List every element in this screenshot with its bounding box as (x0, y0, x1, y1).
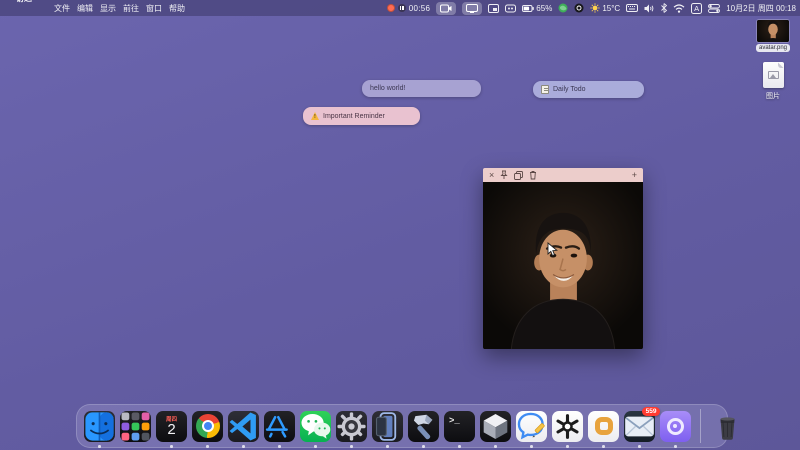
dock-chatgpt[interactable] (552, 411, 583, 442)
menu-bar: 访达 文件 编辑 显示 前往 窗口 帮助 00:56 (0, 0, 800, 16)
weather-temp: 15°C (602, 4, 620, 13)
record-icon[interactable] (387, 4, 395, 12)
menu-bar-clock[interactable]: 10月2日 周四 00:18 (726, 3, 796, 14)
pin-icon[interactable] (500, 170, 508, 180)
screen-share-status-icon[interactable] (462, 2, 482, 15)
purple-ring-icon (667, 418, 684, 435)
desktop-icon-label: 图片 (766, 91, 780, 101)
desktop-icon-avatar-png[interactable]: avatar.png (748, 20, 798, 52)
wifi-icon[interactable] (673, 4, 685, 13)
control-center-icon[interactable] (708, 4, 720, 13)
menu-go[interactable]: 前往 (123, 3, 139, 14)
assistant-status-icon[interactable] (574, 3, 584, 13)
dock-gold-ring-app[interactable] (588, 411, 619, 442)
desktop-icon-pictures[interactable]: 图片 (752, 62, 794, 101)
recording-timer: 00:56 (409, 4, 431, 13)
dock-app-store[interactable] (264, 411, 295, 442)
volume-icon[interactable] (644, 4, 655, 13)
sticky-note-important-reminder[interactable]: Important Reminder (303, 107, 420, 125)
delete-icon[interactable] (529, 170, 537, 180)
pause-icon[interactable] (398, 4, 406, 12)
dock-iphone-mirroring[interactable] (372, 411, 403, 442)
camera-status-icon[interactable] (436, 2, 456, 15)
menu-help[interactable]: 帮助 (169, 3, 185, 14)
input-switcher-icon[interactable] (505, 4, 516, 13)
mail-unread-badge: 559 (642, 407, 660, 416)
avatar-thumbnail (757, 20, 789, 42)
dock-chat-notes[interactable] (516, 411, 547, 442)
menu-edit[interactable]: 编辑 (77, 3, 93, 14)
dock-terminal[interactable]: >_ (444, 411, 475, 442)
dock-hammer-tool[interactable] (408, 411, 439, 442)
mouse-cursor (547, 242, 558, 262)
note-title: hello world! (370, 85, 405, 92)
dock-system-settings[interactable] (336, 411, 367, 442)
weather-indicator[interactable]: 15°C (590, 3, 620, 13)
bluetooth-icon[interactable] (661, 3, 667, 13)
menu-view[interactable]: 显示 (100, 3, 116, 14)
desktop: 访达 文件 编辑 显示 前往 窗口 帮助 00:56 (0, 0, 800, 450)
dock-mail[interactable]: 559 (624, 411, 655, 442)
dock-chrome[interactable] (192, 411, 223, 442)
dock-wechat[interactable] (300, 411, 331, 442)
gold-ring-icon (595, 417, 613, 435)
chrome-icon (196, 414, 220, 438)
menu-file[interactable]: 文件 (54, 3, 70, 14)
dock-finder[interactable] (84, 411, 115, 442)
dock: 周四 2 (76, 404, 728, 448)
document-file-icon (763, 62, 784, 88)
copy-icon[interactable] (514, 171, 523, 180)
keyboard-icon[interactable] (626, 4, 638, 12)
sticky-note-daily-todo[interactable]: Daily Todo (533, 81, 644, 98)
dock-divider (700, 409, 701, 443)
note-title: Important Reminder (323, 113, 385, 120)
dock-calendar[interactable]: 周四 2 (156, 411, 187, 442)
sticky-note-hello-world[interactable]: hello world! (362, 80, 481, 97)
vpn-globe-icon[interactable] (558, 3, 568, 13)
note-title: Daily Todo (553, 86, 586, 93)
memo-icon (541, 85, 549, 94)
window-mirror-icon[interactable] (488, 4, 499, 13)
battery-indicator[interactable]: 65% (522, 4, 552, 13)
screen-recording-indicator[interactable]: 00:56 (387, 4, 431, 13)
note-window-titlebar[interactable]: × + (483, 168, 643, 182)
dock-vscode[interactable] (228, 411, 259, 442)
note-photo-content (483, 182, 643, 349)
warning-icon (311, 112, 319, 120)
dock-cube-3d[interactable] (480, 411, 511, 442)
battery-percent: 65% (536, 4, 552, 13)
dock-purple-ring-app[interactable] (660, 411, 691, 442)
desktop-icon-label: avatar.png (756, 44, 790, 52)
input-method-indicator[interactable]: A (691, 3, 702, 14)
terminal-prompt-glyph: >_ (449, 416, 460, 426)
dock-launchpad[interactable] (120, 411, 151, 442)
close-icon[interactable]: × (489, 168, 494, 182)
menu-window[interactable]: 窗口 (146, 3, 162, 14)
dock-trash[interactable] (712, 411, 743, 442)
menu-finder[interactable]: 访达 (16, 0, 47, 24)
new-note-icon[interactable]: + (632, 168, 637, 182)
photo-note-window[interactable]: × + (483, 168, 643, 349)
calendar-day: 2 (167, 422, 175, 437)
